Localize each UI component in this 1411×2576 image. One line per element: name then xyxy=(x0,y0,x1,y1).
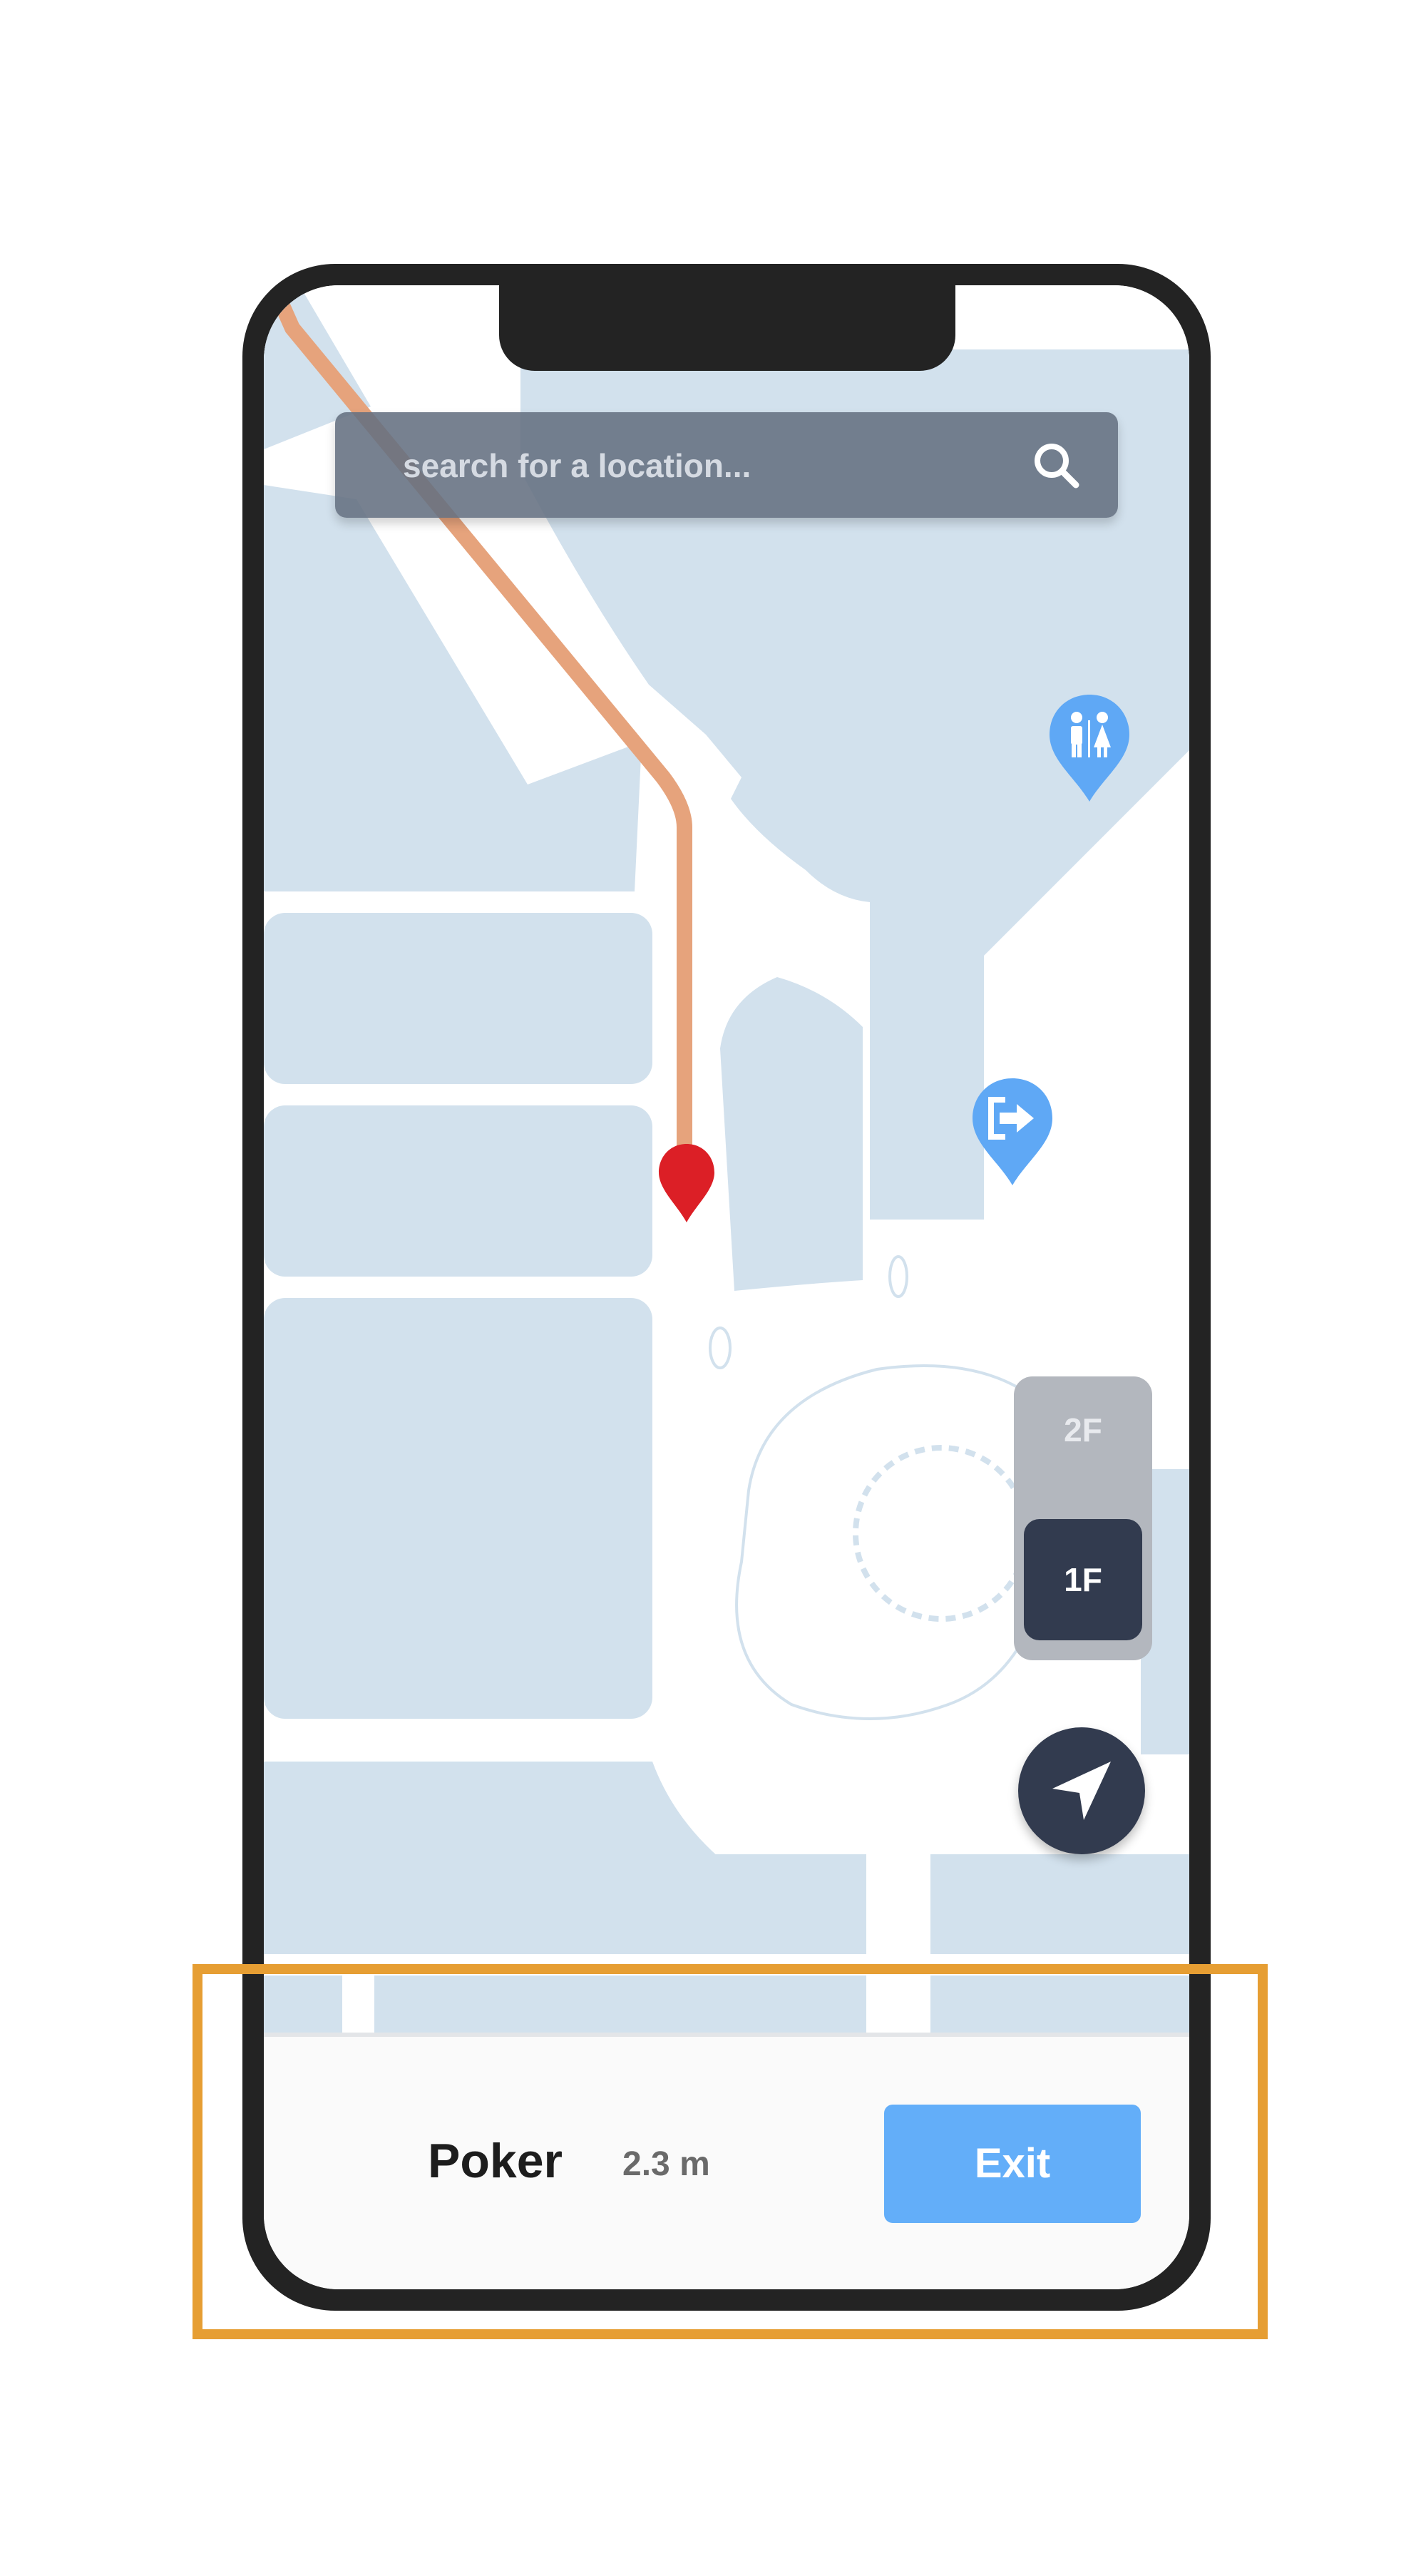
building-bottom-strip xyxy=(264,1854,866,1954)
building-left-1 xyxy=(264,913,652,1084)
rotunda xyxy=(709,1255,1050,1720)
floor-1f-button[interactable]: 1F xyxy=(1024,1519,1142,1640)
phone-notch xyxy=(499,285,955,371)
highlight-box xyxy=(193,1964,1268,2339)
floor-selector: 2F 1F xyxy=(1014,1376,1152,1660)
navigation-arrow-icon xyxy=(1052,1762,1111,1820)
restroom-icon[interactable] xyxy=(1047,692,1132,806)
search-icon[interactable] xyxy=(1030,439,1082,491)
search-bar[interactable]: search for a location... xyxy=(335,412,1118,518)
building-left-3 xyxy=(264,1298,652,1719)
indoor-map[interactable]: 2F 1F xyxy=(264,285,1189,2033)
search-input[interactable]: search for a location... xyxy=(403,446,751,485)
floor-2f-button[interactable]: 2F xyxy=(1014,1405,1152,1455)
locate-me-button[interactable] xyxy=(1018,1727,1145,1854)
building-center xyxy=(720,977,863,1291)
building-bottom-strip-right xyxy=(930,1854,1189,1954)
exit-door-icon[interactable] xyxy=(970,1075,1055,1190)
destination-pin-icon[interactable] xyxy=(656,1141,717,1227)
building-left-2 xyxy=(264,1105,652,1277)
